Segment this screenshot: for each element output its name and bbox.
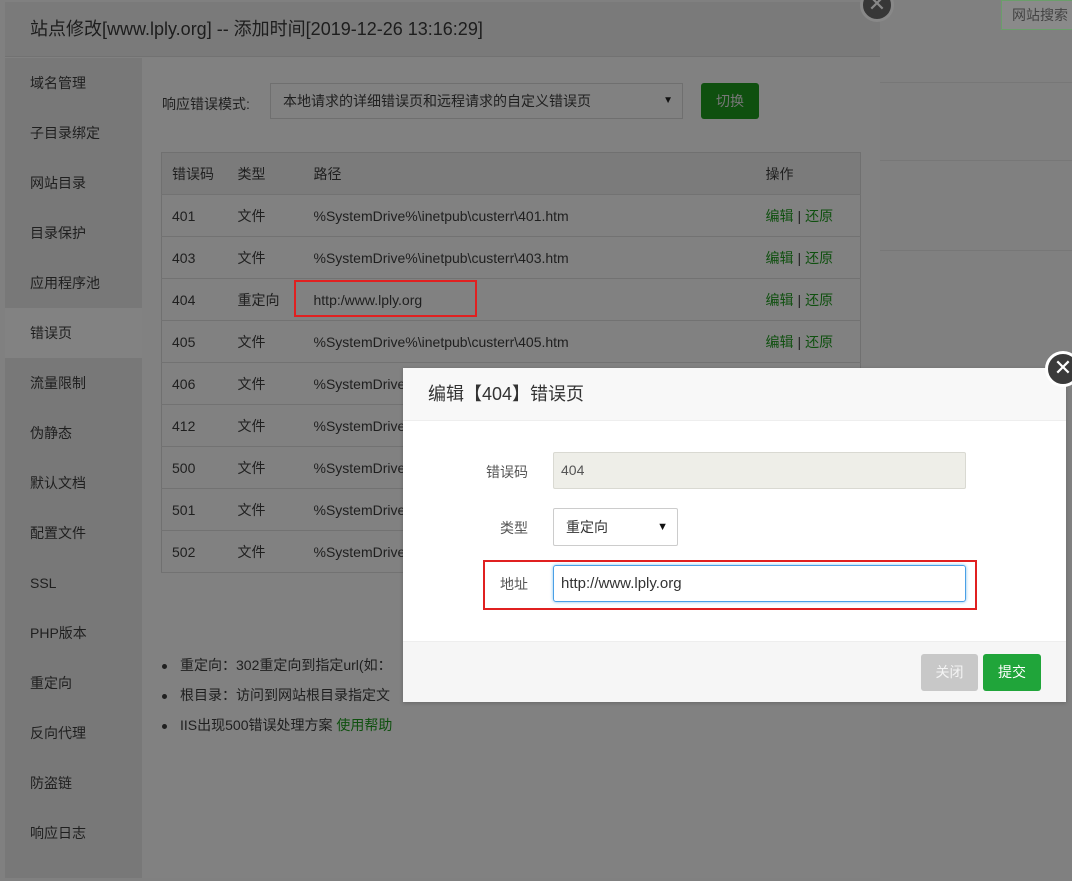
edit-link[interactable]: 编辑	[766, 250, 794, 266]
note-item: 根目录：访问到网站根目录指定文	[162, 680, 392, 710]
edit-error-page-dialog: 编辑【404】错误页 错误码 404 类型 重定向 ▼ 地址 http://ww…	[403, 368, 1066, 702]
actions-cell: 编辑|还原	[758, 236, 861, 279]
edit-link[interactable]: 编辑	[766, 334, 794, 350]
table-row: 405 文件 %SystemDrive%\inetpub\custerr\405.h…	[161, 320, 861, 363]
column-header-type: 类型	[227, 152, 303, 195]
sidebar-item[interactable]: 域名管理	[5, 58, 142, 108]
edit-link[interactable]: 编辑	[766, 292, 794, 308]
sidebar-item[interactable]: 默认文档	[5, 458, 142, 508]
help-link[interactable]: 使用帮助	[336, 717, 392, 733]
modal-title: 站点修改[www.lply.org] -- 添加时间[2019-12-26 13…	[5, 2, 880, 57]
error-code-cell: 500	[161, 446, 228, 489]
error-code-cell: 412	[161, 404, 228, 447]
restore-link[interactable]: 还原	[805, 250, 833, 266]
type-cell: 文件	[227, 530, 303, 573]
type-cell: 文件	[227, 320, 303, 363]
column-header-path: 路径	[302, 152, 759, 195]
chevron-down-icon: ▼	[663, 95, 673, 106]
site-search-button[interactable]: 网站搜索	[1001, 0, 1072, 30]
dialog-footer: 关闭 提交	[403, 641, 1066, 702]
action-separator: |	[797, 249, 802, 266]
restore-link[interactable]: 还原	[805, 208, 833, 224]
restore-link[interactable]: 还原	[805, 334, 833, 350]
type-cell: 文件	[227, 362, 303, 405]
bullet-icon	[162, 723, 167, 729]
table-header-row: 错误码 类型 路径 操作	[161, 152, 861, 195]
path-cell: %SystemDrive%\inetpub\custerr\403.htm	[302, 236, 759, 279]
error-mode-selected: 本地请求的详细错误页和远程请求的自定义错误页	[283, 93, 591, 109]
bullet-icon	[162, 693, 167, 699]
sidebar-item[interactable]: PHP版本	[5, 608, 142, 658]
table-row: 404 重定向 http:/www.lply.org 编辑 | 还原	[161, 278, 861, 321]
bullet-icon	[162, 663, 167, 669]
note-text: 根目录：访问到网站根目录指定文	[180, 687, 390, 703]
sidebar-item[interactable]: 流量限制	[5, 358, 142, 408]
type-cell: 文件	[227, 404, 303, 447]
type-cell: 文件	[227, 236, 303, 279]
edit-link[interactable]: 编辑	[766, 208, 794, 224]
sidebar-item[interactable]: 应用程序池	[5, 258, 142, 308]
sidebar-item[interactable]: 响应日志	[5, 808, 142, 858]
path-highlight-box	[294, 280, 477, 317]
note-item: IIS出现500错误处理方案 使用帮助	[162, 710, 392, 740]
type-cell: 文件	[227, 488, 303, 531]
type-select[interactable]: 重定向 ▼	[553, 508, 678, 546]
error-code-cell: 405	[161, 320, 228, 363]
switch-button[interactable]: 切换	[701, 83, 759, 119]
error-code-cell: 403	[161, 236, 228, 279]
sidebar-item[interactable]: 错误页	[5, 308, 142, 358]
background-divider	[880, 82, 1072, 83]
error-code-cell: 501	[161, 488, 228, 531]
help-notes: 重定向：302重定向到指定url(如： 根目录：访问到网站根目录指定文 IIS出现5…	[162, 650, 392, 740]
error-code-cell: 404	[161, 278, 228, 321]
sidebar-item[interactable]: 反向代理	[5, 708, 142, 758]
path-cell: %SystemDrive%\inetpub\custerr\405.htm	[302, 320, 759, 363]
action-separator: |	[797, 291, 802, 308]
type-selected: 重定向	[566, 519, 608, 535]
sidebar-item[interactable]: 子目录绑定	[5, 108, 142, 158]
submit-button[interactable]: 提交	[983, 654, 1041, 691]
error-code-field: 404	[553, 452, 966, 489]
settings-sidebar: 域名管理 子目录绑定 网站目录 目录保护 应用程序池 错误页 流量限制 伪静态 默认文档 配置文件…	[5, 58, 142, 878]
sidebar-item[interactable]: 配置文件	[5, 508, 142, 558]
type-cell: 文件	[227, 194, 303, 237]
actions-cell: 编辑|还原	[758, 194, 861, 237]
error-mode-label: 响应错误模式:	[162, 96, 250, 112]
error-code-cell: 401	[161, 194, 228, 237]
path-cell: %SystemDrive%\inetpub\custerr\401.htm	[302, 194, 759, 237]
error-code-cell: 406	[161, 362, 228, 405]
table-row: 403 文件 %SystemDrive%\inetpub\custerr\403.h…	[161, 236, 861, 279]
dialog-title: 编辑【404】错误页	[403, 368, 1066, 421]
sidebar-item[interactable]: 重定向	[5, 658, 142, 708]
type-label: 类型	[500, 520, 528, 536]
background-divider	[880, 250, 1072, 251]
column-header-actions: 操作	[758, 152, 861, 195]
column-header-code: 错误码	[161, 152, 228, 195]
action-separator: |	[797, 207, 802, 224]
note-text: 重定向：302重定向到指定url(如：	[180, 657, 392, 673]
background-divider	[880, 160, 1072, 161]
error-mode-select[interactable]: 本地请求的详细错误页和远程请求的自定义错误页 ▼	[270, 83, 683, 119]
actions-cell: 编辑|还原	[758, 320, 861, 363]
sidebar-item[interactable]: 网站目录	[5, 158, 142, 208]
chevron-down-icon: ▼	[657, 521, 668, 533]
restore-link[interactable]: 还原	[805, 292, 833, 308]
table-row: 401 文件 %SystemDrive%\inetpub\custerr\401.h…	[161, 194, 861, 237]
sidebar-item[interactable]: 伪静态	[5, 408, 142, 458]
type-cell: 文件	[227, 446, 303, 489]
error-code-cell: 502	[161, 530, 228, 573]
sidebar-item[interactable]: 防盗链	[5, 758, 142, 808]
actions-cell: 编辑|还原	[758, 278, 861, 321]
type-cell: 重定向	[227, 278, 303, 321]
note-text: IIS出现500错误处理方案	[180, 717, 337, 733]
error-code-label: 错误码	[486, 464, 528, 480]
sidebar-item[interactable]: 目录保护	[5, 208, 142, 258]
action-separator: |	[797, 333, 802, 350]
close-button[interactable]: 关闭	[921, 654, 978, 691]
address-highlight-box	[483, 560, 977, 610]
note-item: 重定向：302重定向到指定url(如：	[162, 650, 392, 680]
sidebar-item[interactable]: SSL	[5, 558, 142, 608]
